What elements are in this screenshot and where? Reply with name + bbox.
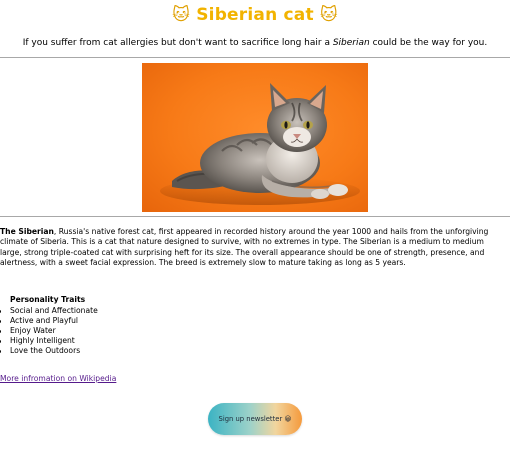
personality-traits-list: Social and Affectionate Active and Playf… xyxy=(0,306,98,356)
signup-newsletter-button[interactable]: Sign up newsletter 😀 xyxy=(208,403,302,435)
intro-text: If you suffer from cat allergies but don… xyxy=(0,38,510,48)
divider xyxy=(0,57,510,58)
breed-description-body: , Russia's native forest cat, first appe… xyxy=(0,227,489,268)
page-title-text: Siberian cat xyxy=(196,5,314,25)
breed-description: The Siberian, Russia's native forest cat… xyxy=(0,227,506,269)
list-item: Active and Playful xyxy=(0,316,98,326)
cat-photo xyxy=(142,63,368,212)
list-item: Social and Affectionate xyxy=(0,306,98,316)
kitten-illustration xyxy=(160,83,360,205)
divider xyxy=(0,216,510,217)
breed-name: The Siberian xyxy=(0,227,54,236)
intro-before: If you suffer from cat allergies but don… xyxy=(22,38,333,48)
list-item: Love the Outdoors xyxy=(0,346,98,356)
page-title: 🐱 Siberian cat 🐱 xyxy=(0,5,510,25)
list-item: Highly Intelligent xyxy=(0,336,98,346)
cat-face-icon: 🐱 xyxy=(319,5,338,25)
personality-traits-heading: Personality Traits xyxy=(10,295,86,304)
wikipedia-link[interactable]: More infromation on Wikipedia xyxy=(0,374,116,383)
intro-after: could be the way for you. xyxy=(369,38,488,48)
cat-face-icon: 🐱 xyxy=(172,5,191,25)
list-item: Enjoy Water xyxy=(0,326,98,336)
intro-emphasis: Siberian xyxy=(332,38,370,48)
